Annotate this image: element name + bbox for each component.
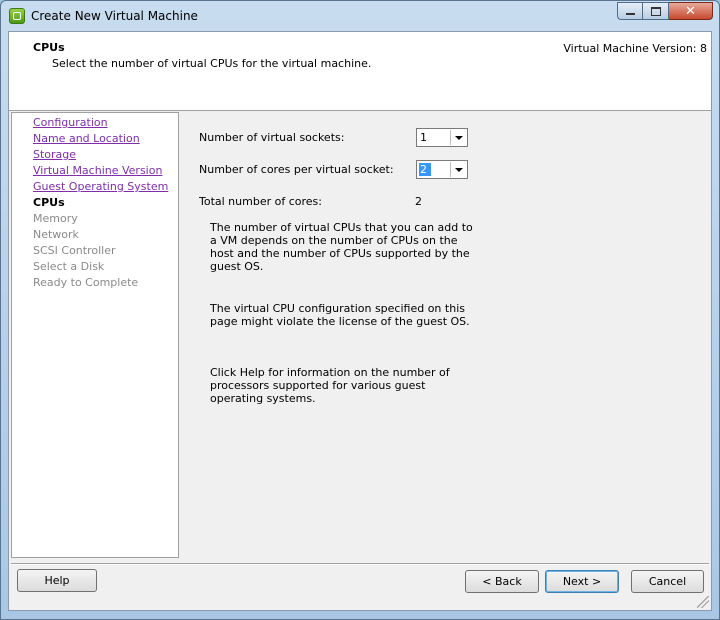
page-subtitle: Select the number of virtual CPUs for th… [52,57,372,70]
sockets-label: Number of virtual sockets: [199,131,345,144]
nav-item-network: Network [33,228,79,241]
vsphere-app-icon [9,8,25,24]
caption-buttons: ✕ [617,2,713,20]
total-cores-label: Total number of cores: [199,195,322,208]
cancel-button[interactable]: Cancel [631,570,704,593]
sockets-select-value: 1 [420,131,427,144]
close-icon: ✕ [685,3,696,19]
nav-item-cpus: CPUs [33,196,65,209]
nav-item-guest-os[interactable]: Guest Operating System [33,180,168,193]
wizard-header: CPUs Select the number of virtual CPUs f… [9,32,711,111]
nav-item-ready-to-complete: Ready to Complete [33,276,139,289]
maximize-icon [650,6,661,16]
footer-divider [11,563,709,565]
wizard-steps-nav: Configuration Name and Location Storage … [11,112,179,558]
next-button[interactable]: Next > [545,570,619,593]
nav-item-configuration[interactable]: Configuration [33,116,108,129]
sockets-select[interactable]: 1 [416,128,468,147]
close-button[interactable]: ✕ [669,2,713,20]
page-title: CPUs [33,41,65,54]
cores-select-value: 2 [419,163,431,176]
info-text-cpu-limits: The number of virtual CPUs that you can … [210,221,473,273]
vm-version-label: Virtual Machine Version: 8 [563,42,707,55]
cores-select[interactable]: 2 [416,160,468,179]
nav-item-vm-version[interactable]: Virtual Machine Version [33,164,162,177]
wizard-body: CPUs Select the number of virtual CPUs f… [8,31,712,611]
maximize-button[interactable] [643,2,669,20]
nav-item-scsi-controller: SCSI Controller [33,244,116,257]
resize-grip-icon[interactable] [697,596,709,608]
total-cores-value: 2 [415,195,422,208]
nav-item-name-and-location[interactable]: Name and Location [33,132,140,145]
sockets-dropdown-button[interactable] [450,130,466,145]
nav-item-memory: Memory [33,212,78,225]
chevron-down-icon [454,167,463,172]
info-text-help: Click Help for information on the number… [210,366,450,405]
cores-label: Number of cores per virtual socket: [199,163,394,176]
minimize-icon [625,13,635,15]
wizard-window: Create New Virtual Machine ✕ CPUs Select… [0,0,720,620]
minimize-button[interactable] [617,2,643,20]
window-title: Create New Virtual Machine [31,9,198,23]
help-button[interactable]: Help [17,569,97,592]
back-button[interactable]: < Back [465,570,539,593]
cores-dropdown-button[interactable] [450,162,466,177]
chevron-down-icon [454,135,463,140]
title-bar[interactable]: Create New Virtual Machine ✕ [1,1,719,31]
nav-item-storage[interactable]: Storage [33,148,76,161]
nav-item-select-disk: Select a Disk [33,260,105,273]
info-text-license: The virtual CPU configuration specified … [210,302,470,328]
